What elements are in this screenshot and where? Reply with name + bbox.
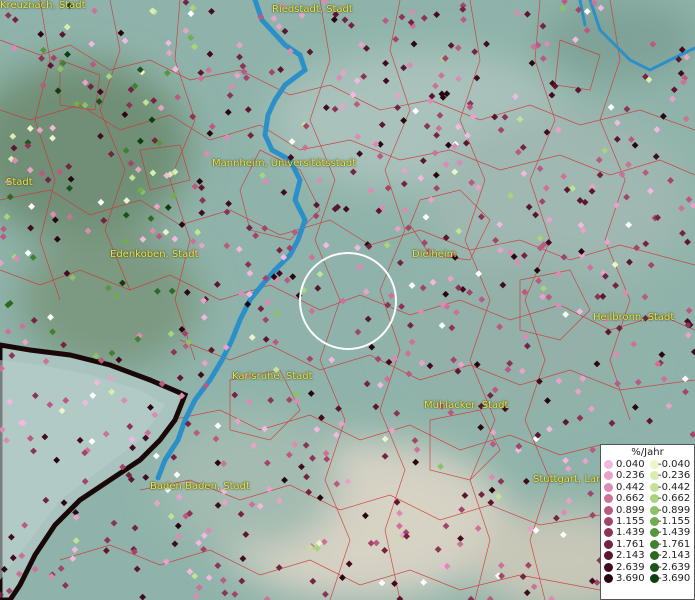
legend-row: 0.442 -0.442 xyxy=(601,482,694,493)
legend: %/Jahr 0.040 -0.040 0.236 -0.236 0.442 -0.442… xyxy=(600,444,695,600)
city-label-dielheim[interactable]: Dielheim xyxy=(412,249,456,261)
city-label-muehlacker[interactable]: Mühlacker, Stadt xyxy=(424,400,508,412)
city-label-baden-baden[interactable]: Baden-Baden, Stadt xyxy=(150,481,250,493)
legend-row: 3.690 -3.690 xyxy=(601,573,694,584)
legend-value-positive: 0.899 xyxy=(616,504,645,516)
legend-swatch-positive xyxy=(604,494,613,504)
city-label-riedstadt[interactable]: Riedstadt, Stadt xyxy=(272,4,353,16)
legend-value-negative: -1.761 xyxy=(658,538,691,550)
legend-swatch-positive xyxy=(604,460,613,469)
legend-value-positive: 2.143 xyxy=(616,550,645,562)
selection-circle[interactable] xyxy=(299,252,397,350)
legend-swatch-positive xyxy=(604,562,613,572)
legend-swatch-positive xyxy=(604,551,613,561)
legend-value-negative: -1.439 xyxy=(658,527,691,539)
city-label-stuttgart[interactable]: Stuttgart, Land xyxy=(533,474,609,486)
legend-value-positive: 0.040 xyxy=(616,459,645,470)
legend-row: 1.439 -1.439 xyxy=(601,527,694,538)
legend-title: %/Jahr xyxy=(631,447,664,458)
legend-rows: 0.040 -0.040 0.236 -0.236 0.442 -0.442 0.662 -0… xyxy=(601,459,694,584)
legend-swatch-positive xyxy=(604,573,613,583)
legend-swatch-positive xyxy=(604,482,613,492)
legend-value-positive: 2.639 xyxy=(616,561,645,573)
legend-row: 0.899 -0.899 xyxy=(601,505,694,516)
legend-value-positive: 1.155 xyxy=(616,515,645,527)
legend-value-positive: 0.662 xyxy=(616,493,645,505)
legend-value-negative: -3.690 xyxy=(658,572,691,584)
legend-row: 1.155 -1.155 xyxy=(601,516,694,527)
legend-value-negative: -1.155 xyxy=(658,515,691,527)
legend-row: 0.236 -0.236 xyxy=(601,470,694,481)
legend-value-negative: -0.899 xyxy=(658,504,691,516)
legend-value-negative: -0.662 xyxy=(658,493,691,505)
legend-row: 0.040 -0.040 xyxy=(601,459,694,470)
city-label-edenkoben[interactable]: Edenkoben, Stadt xyxy=(110,249,199,261)
legend-value-positive: 0.442 xyxy=(616,481,645,493)
legend-value-negative: -2.143 xyxy=(658,550,691,562)
legend-row: 2.143 -2.143 xyxy=(601,550,694,561)
legend-value-positive: 0.236 xyxy=(616,470,645,482)
legend-value-positive: 1.439 xyxy=(616,527,645,539)
city-label-stadt-west[interactable]: Stadt xyxy=(6,177,33,189)
legend-swatch-positive xyxy=(604,505,613,515)
city-label-karlsruhe[interactable]: Karlsruhe, Stadt xyxy=(232,371,313,383)
legend-row: 1.761 -1.761 xyxy=(601,539,694,550)
legend-value-negative: -0.040 xyxy=(658,459,691,470)
city-label-heilbronn[interactable]: Heilbronn, Stadt xyxy=(593,312,674,324)
legend-value-positive: 3.690 xyxy=(616,572,645,584)
city-label-kreuznach[interactable]: Kreuznach, Stadt xyxy=(0,0,86,12)
legend-swatch-positive xyxy=(604,516,613,526)
legend-value-positive: 1.761 xyxy=(616,538,645,550)
legend-row: 2.639 -2.639 xyxy=(601,562,694,573)
legend-swatch-positive xyxy=(604,528,613,538)
legend-value-negative: -0.236 xyxy=(658,470,691,482)
legend-swatch-positive xyxy=(604,471,613,481)
legend-swatch-positive xyxy=(604,539,613,549)
city-label-mannheim[interactable]: Mannheim, Universitätsstadt xyxy=(212,158,356,170)
legend-row: 0.662 -0.662 xyxy=(601,493,694,504)
legend-value-negative: -0.442 xyxy=(658,481,691,493)
legend-value-negative: -2.639 xyxy=(658,561,691,573)
